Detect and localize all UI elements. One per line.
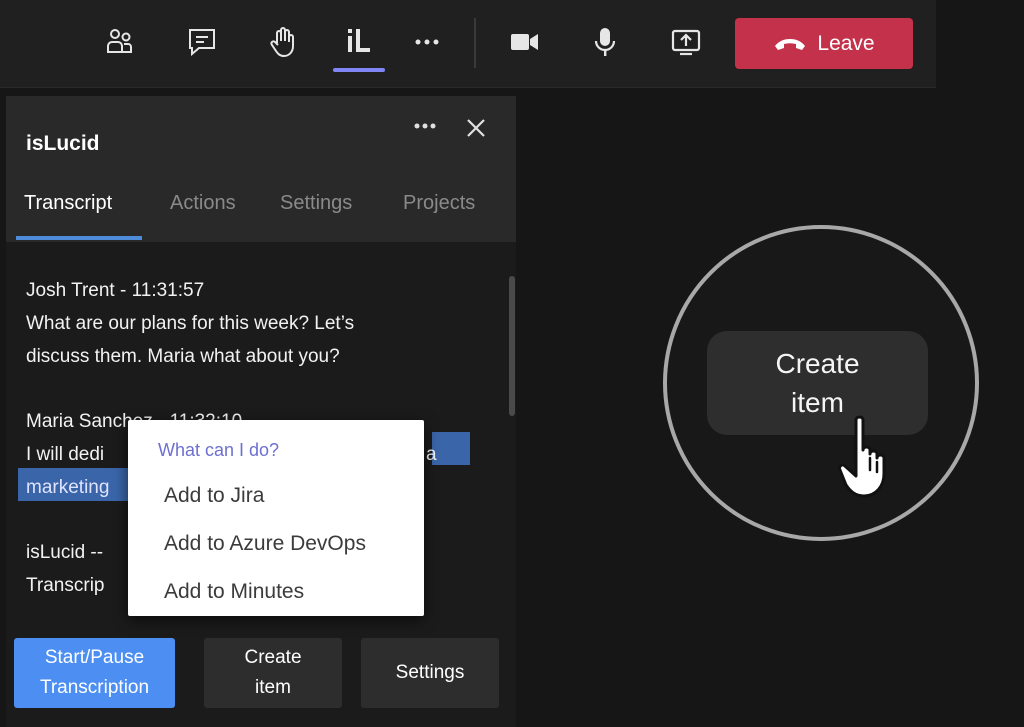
tab-transcript[interactable]: Transcript xyxy=(24,188,112,218)
share-screen-icon[interactable] xyxy=(664,20,708,64)
create-item-button[interactable]: Create item xyxy=(204,638,342,708)
button-label: Create xyxy=(244,647,302,668)
islucid-app-icon[interactable] xyxy=(337,20,381,64)
menu-item-add-to-jira[interactable]: Add to Jira xyxy=(164,484,264,508)
active-app-indicator xyxy=(333,68,385,72)
meeting-toolbar: Leave xyxy=(0,0,936,88)
menu-heading: What can I do? xyxy=(158,440,280,460)
active-tab-indicator xyxy=(16,236,142,240)
panel-header: isLucid Transcript Actions Settings Proj… xyxy=(6,96,516,242)
tab-settings[interactable]: Settings xyxy=(280,188,352,218)
settings-button[interactable]: Settings xyxy=(361,638,499,708)
button-label: Create xyxy=(775,348,860,379)
start-pause-transcription-button[interactable]: Start/Pause Transcription xyxy=(14,638,175,708)
leave-button[interactable]: Leave xyxy=(735,18,913,69)
speaker-label: Josh Trent - 11:31:57 xyxy=(26,280,205,301)
leave-label: Leave xyxy=(817,31,875,55)
transcript-scrollbar[interactable] xyxy=(509,276,515,416)
transcript-text-part: I will dedi xyxy=(26,444,105,465)
panel-more-icon[interactable] xyxy=(410,114,440,138)
close-icon[interactable] xyxy=(462,114,490,142)
islucid-panel: isLucid Transcript Actions Settings Proj… xyxy=(6,96,516,727)
chat-icon[interactable] xyxy=(180,20,224,64)
pointer-hand-icon xyxy=(838,415,886,498)
hang-up-icon xyxy=(775,38,806,50)
tab-projects[interactable]: Projects xyxy=(403,188,475,218)
context-menu: What can I do? Add to Jira Add to Azure … xyxy=(128,420,424,616)
menu-item-add-to-azure-devops[interactable]: Add to Azure DevOps xyxy=(164,532,366,556)
button-label: item xyxy=(255,677,291,698)
people-icon[interactable] xyxy=(98,20,142,64)
raise-hand-icon[interactable] xyxy=(261,20,305,64)
transcript-text: What are our plans for this week? Let’s xyxy=(26,313,355,334)
transcript-text: discuss them. Maria what about you? xyxy=(26,346,340,367)
mic-icon[interactable] xyxy=(583,20,627,64)
button-label: Start/Pause xyxy=(44,647,145,668)
toolbar-divider xyxy=(474,18,476,68)
panel-title: isLucid xyxy=(26,132,100,155)
more-icon[interactable] xyxy=(405,20,449,64)
transcript-text-part: a xyxy=(426,444,437,465)
menu-item-add-to-minutes[interactable]: Add to Minutes xyxy=(164,580,304,604)
tab-actions[interactable]: Actions xyxy=(170,188,236,218)
camera-icon[interactable] xyxy=(502,20,546,64)
button-label: Transcription xyxy=(39,677,150,698)
